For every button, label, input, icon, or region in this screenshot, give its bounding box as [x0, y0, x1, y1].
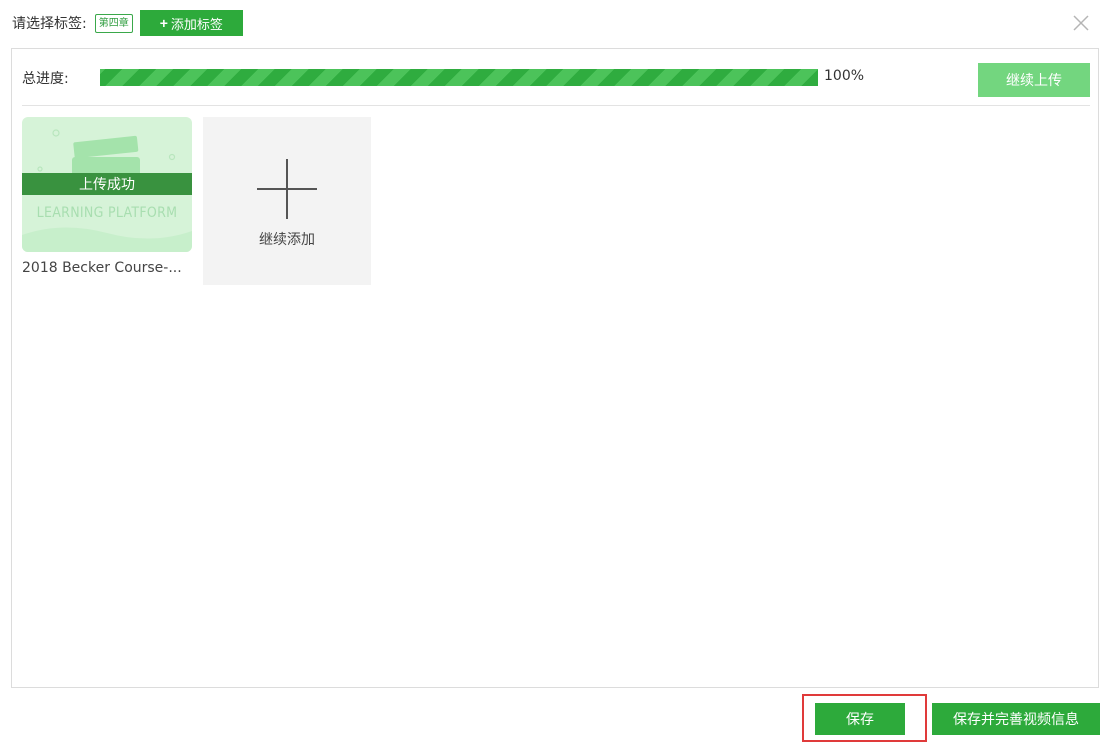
progress-bar-fill	[100, 69, 818, 86]
file-name: 2018 Becker Course-...	[22, 260, 182, 276]
total-progress: 总进度: 100% 继续上传	[22, 63, 1090, 97]
video-thumbnail: 上传成功 LEARNING PLATFORM	[22, 117, 192, 252]
tag-selector-row: 请选择标签: 第四章 + 添加标签	[12, 8, 243, 38]
progress-bar	[100, 69, 818, 86]
save-button[interactable]: 保存	[815, 703, 905, 735]
divider	[22, 105, 1090, 106]
progress-label: 总进度:	[22, 71, 69, 87]
add-tag-button[interactable]: + 添加标签	[139, 10, 243, 36]
add-tag-button-label: 添加标签	[170, 16, 223, 32]
progress-percent: 100%	[824, 68, 865, 84]
selected-tag-chip[interactable]: 第四章	[94, 13, 133, 33]
plus-icon: +	[159, 15, 168, 31]
thumbnail-watermark: LEARNING PLATFORM	[36, 205, 178, 221]
continue-upload-button[interactable]: 继续上传	[978, 63, 1090, 97]
plus-icon	[257, 159, 317, 219]
upload-success-status: 上传成功	[22, 173, 192, 195]
upload-panel: 总进度: 100% 继续上传 上传成功 LEARNING PLATFORM 20…	[11, 48, 1099, 688]
add-more-button[interactable]: 继续添加	[203, 117, 371, 285]
close-icon[interactable]	[1072, 14, 1090, 32]
uploaded-file-card[interactable]: 上传成功 LEARNING PLATFORM 2018 Becker Cours…	[22, 117, 192, 276]
tag-selector-label: 请选择标签:	[12, 16, 87, 32]
save-and-complete-button[interactable]: 保存并完善视频信息	[932, 703, 1100, 735]
add-more-label: 继续添加	[259, 232, 315, 248]
